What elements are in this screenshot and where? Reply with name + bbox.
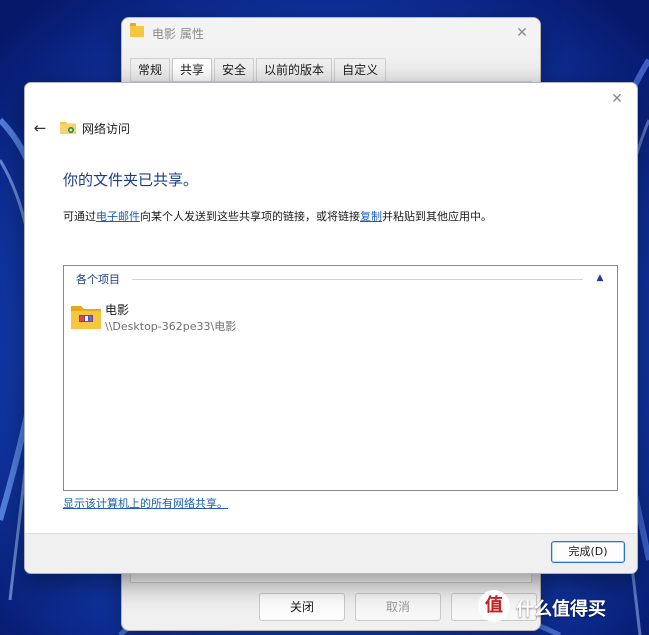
tab-general[interactable]: 常规	[130, 58, 171, 81]
properties-tabs: 常规 共享 安全 以前的版本 自定义	[130, 58, 388, 82]
network-access-dialog: ✕ ← 网络访问 你的文件夹已共享。 可通过电子邮件向某个人发送到这些共享项的链…	[24, 82, 638, 574]
tab-security[interactable]: 安全	[214, 58, 255, 81]
tab-previous-versions[interactable]: 以前的版本	[256, 58, 333, 81]
show-all-shares-link[interactable]: 显示该计算机上的所有网络共享。	[63, 495, 228, 511]
close-icon[interactable]: ✕	[605, 87, 629, 111]
network-folder-icon	[60, 122, 76, 134]
description-text: 并粘贴到其他应用中。	[382, 210, 492, 223]
group-label: 各个项目	[76, 271, 126, 287]
properties-titlebar[interactable]: 电影 属性 ✕	[122, 18, 540, 48]
copy-link[interactable]: 复制	[360, 210, 382, 223]
group-divider	[132, 279, 583, 280]
tab-sharing[interactable]: 共享	[172, 58, 213, 81]
group-header[interactable]: 各个项目 ▲	[76, 271, 607, 287]
chevron-up-icon[interactable]: ▲	[593, 271, 607, 285]
properties-title: 电影 属性	[152, 27, 204, 41]
folder-icon	[130, 23, 144, 37]
shared-folder-icon	[71, 306, 101, 329]
email-link[interactable]: 电子邮件	[96, 210, 140, 223]
close-button[interactable]: 关闭	[259, 593, 345, 621]
share-description: 可通过电子邮件向某个人发送到这些共享项的链接，或将链接复制并粘贴到其他应用中。	[63, 208, 492, 224]
item-name: 电影	[105, 303, 130, 317]
finish-button[interactable]: 完成(D)	[551, 541, 625, 563]
dialog-footer	[25, 533, 637, 573]
cancel-button[interactable]: 取消	[355, 593, 441, 621]
shared-items-list[interactable]: 各个项目 ▲ 电影 \\Desktop-362pe33\电影	[63, 265, 618, 491]
dialog-title: 网络访问	[82, 122, 131, 136]
watermark-text: 什么值得买	[516, 599, 606, 620]
tab-customize[interactable]: 自定义	[334, 58, 387, 81]
description-text: 向某个人发送到这些共享项的链接，或将链接	[140, 210, 360, 223]
watermark-logo-icon: 值	[478, 590, 510, 622]
page-heading: 你的文件夹已共享。	[63, 171, 199, 189]
close-icon[interactable]: ✕	[510, 21, 534, 45]
back-arrow-icon[interactable]: ←	[31, 119, 49, 137]
list-item[interactable]: 电影 \\Desktop-362pe33\电影	[71, 300, 311, 334]
item-path: \\Desktop-362pe33\电影	[105, 320, 237, 333]
description-text: 可通过	[63, 210, 96, 223]
